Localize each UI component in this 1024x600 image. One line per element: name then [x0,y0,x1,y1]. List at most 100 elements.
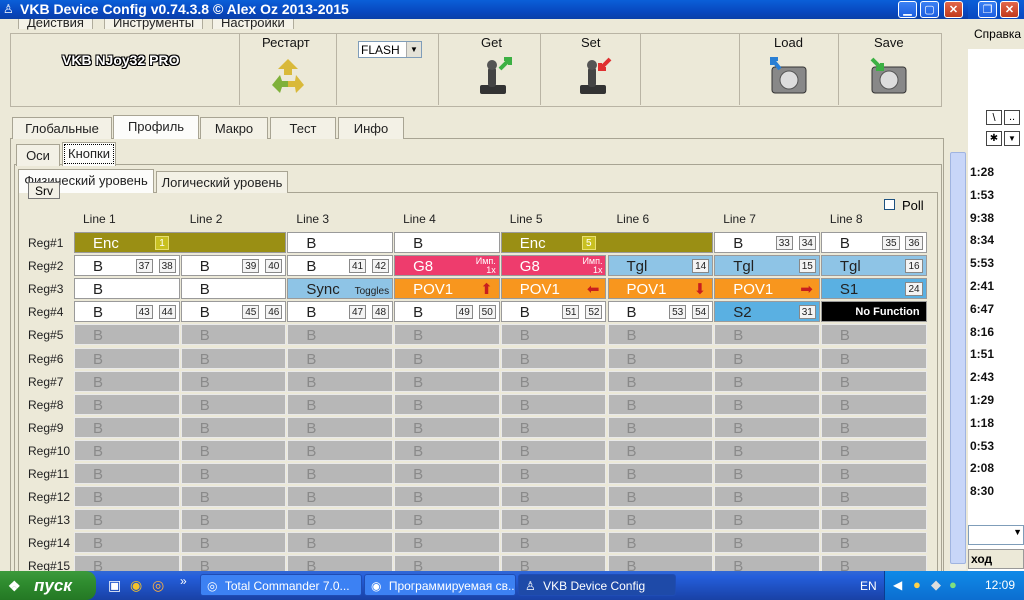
bg-bottom-button[interactable]: ход [968,549,1024,569]
button-mapping-cell[interactable]: Enc 1 [74,232,287,253]
button-mapping-cell[interactable]: B [714,463,820,484]
button-mapping-cell[interactable]: B [820,416,927,438]
button-mapping-cell[interactable]: B 33 34 [714,232,820,253]
button-mapping-cell[interactable]: S1 24 [820,278,927,300]
bg-close-button[interactable]: ✕ [1000,1,1019,18]
button-mapping-cell[interactable]: B [180,416,287,438]
button-mapping-cell[interactable]: B [74,439,180,461]
chevron-down-icon[interactable]: ▼ [1004,131,1020,146]
button-mapping-cell[interactable]: B [500,416,607,438]
button-mapping-cell[interactable]: G8 Имп. 1x [394,255,500,277]
button-mapping-cell[interactable]: B [74,463,180,484]
button-mapping-cell[interactable]: Enc 5 [500,232,714,253]
button-mapping-cell[interactable]: B [74,416,180,438]
button-mapping-cell[interactable]: B [607,509,714,531]
button-mapping-cell[interactable]: B [607,463,714,484]
button-mapping-cell[interactable]: B [714,324,820,346]
button-mapping-cell[interactable]: B [607,370,714,392]
button-mapping-cell[interactable]: B [714,370,820,392]
button-mapping-cell[interactable]: Tgl 15 [714,255,820,277]
button-mapping-cell[interactable]: B 53 54 [607,301,714,323]
button-mapping-cell[interactable]: POV1 ➡ [714,278,820,300]
button-mapping-cell[interactable]: B 39 40 [180,255,287,277]
button-mapping-cell[interactable]: B [500,324,607,346]
button-mapping-cell[interactable]: B [714,439,820,461]
button-mapping-cell[interactable]: B [287,393,394,415]
button-mapping-cell[interactable]: B [394,416,500,438]
taskbar-item-total-commander[interactable]: ◎ Total Commander 7.0... [200,574,362,596]
button-mapping-cell[interactable]: POV1 ⬆ [394,278,500,300]
button-mapping-cell[interactable]: B [394,509,500,531]
button-mapping-cell[interactable]: B [714,555,820,571]
button-mapping-cell[interactable]: B [500,509,607,531]
bg-restore-button[interactable]: ❐ [978,1,997,18]
button-mapping-cell[interactable]: B [500,555,607,571]
chevron-right-icon[interactable]: » [180,574,187,588]
button-mapping-cell[interactable]: B [394,439,500,461]
button-mapping-cell[interactable]: B 45 46 [180,301,287,323]
button-mapping-cell[interactable]: B [180,347,287,369]
button-mapping-cell[interactable]: B [287,416,394,438]
button-mapping-cell[interactable]: B [394,532,500,554]
taskbar-item-vkb[interactable]: ♙ VKB Device Config [518,574,676,596]
quicklaunch-icon[interactable]: ▣ [108,577,121,594]
button-mapping-cell[interactable]: B 37 38 [74,255,180,277]
button-mapping-cell[interactable]: B [287,486,394,508]
button-mapping-cell[interactable]: B [394,232,500,253]
button-mapping-cell[interactable]: B [74,370,180,392]
tray-icon[interactable]: ● [913,577,921,592]
button-mapping-cell[interactable]: B [180,532,287,554]
button-mapping-cell[interactable]: B [394,393,500,415]
language-indicator[interactable]: EN [860,579,877,593]
button-mapping-cell[interactable]: B [74,324,180,346]
chevron-left-icon[interactable]: ◀ [893,578,902,592]
button-mapping-cell[interactable]: S2 31 [714,301,820,323]
button-mapping-cell[interactable]: B [180,463,287,484]
button-mapping-cell[interactable]: B [394,347,500,369]
button-mapping-cell[interactable]: B [714,347,820,369]
start-button[interactable]: ❖ пуск [0,571,96,600]
button-mapping-cell[interactable]: B [180,278,287,300]
button-mapping-cell[interactable]: B [74,347,180,369]
button-mapping-cell[interactable]: POV1 ⬇ [607,278,714,300]
button-mapping-cell[interactable]: B 47 48 [287,301,394,323]
button-mapping-cell[interactable]: B [500,439,607,461]
button-mapping-cell[interactable]: B [180,486,287,508]
button-mapping-cell[interactable]: B [607,393,714,415]
button-mapping-cell[interactable]: B [287,509,394,531]
button-mapping-cell[interactable]: B [820,463,927,484]
button-mapping-cell[interactable]: B [820,532,927,554]
button-mapping-cell[interactable]: B 43 44 [74,301,180,323]
button-mapping-cell[interactable]: B [500,393,607,415]
browser-icon[interactable]: ◎ [152,577,164,594]
button-mapping-cell[interactable]: B [394,324,500,346]
button-mapping-cell[interactable]: B [607,347,714,369]
button-mapping-cell[interactable]: B [607,486,714,508]
button-mapping-cell[interactable]: B [607,532,714,554]
taskbar-item-browser[interactable]: ◉ Программируемая св... [364,574,516,596]
button-mapping-cell[interactable]: B [714,532,820,554]
button-mapping-cell[interactable]: B 51 52 [500,301,607,323]
button-mapping-cell[interactable]: B [500,532,607,554]
button-mapping-cell[interactable]: B [394,486,500,508]
button-mapping-cell[interactable]: B [287,347,394,369]
button-mapping-cell[interactable]: B [74,393,180,415]
button-mapping-cell[interactable]: Tgl 14 [607,255,714,277]
button-mapping-cell[interactable]: B [180,509,287,531]
chrome-icon[interactable]: ◉ [130,577,142,594]
button-mapping-cell[interactable]: B [500,486,607,508]
button-mapping-cell[interactable]: B [394,555,500,571]
button-mapping-cell[interactable]: Tgl 16 [820,255,927,277]
button-mapping-cell[interactable]: B [74,509,180,531]
button-mapping-cell[interactable]: B [500,463,607,484]
button-mapping-cell[interactable]: B [500,370,607,392]
button-mapping-cell[interactable]: G8 Имп. 1x [500,255,607,277]
button-mapping-cell[interactable]: B [180,370,287,392]
button-mapping-cell[interactable]: B [180,393,287,415]
bg-menu-help[interactable]: Справка [974,27,1021,41]
button-mapping-cell[interactable]: B [74,532,180,554]
button-mapping-cell[interactable]: B [714,509,820,531]
button-mapping-cell[interactable]: POV1 ⬅ [500,278,607,300]
button-mapping-cell[interactable]: B [820,370,927,392]
button-mapping-cell[interactable]: B [287,463,394,484]
